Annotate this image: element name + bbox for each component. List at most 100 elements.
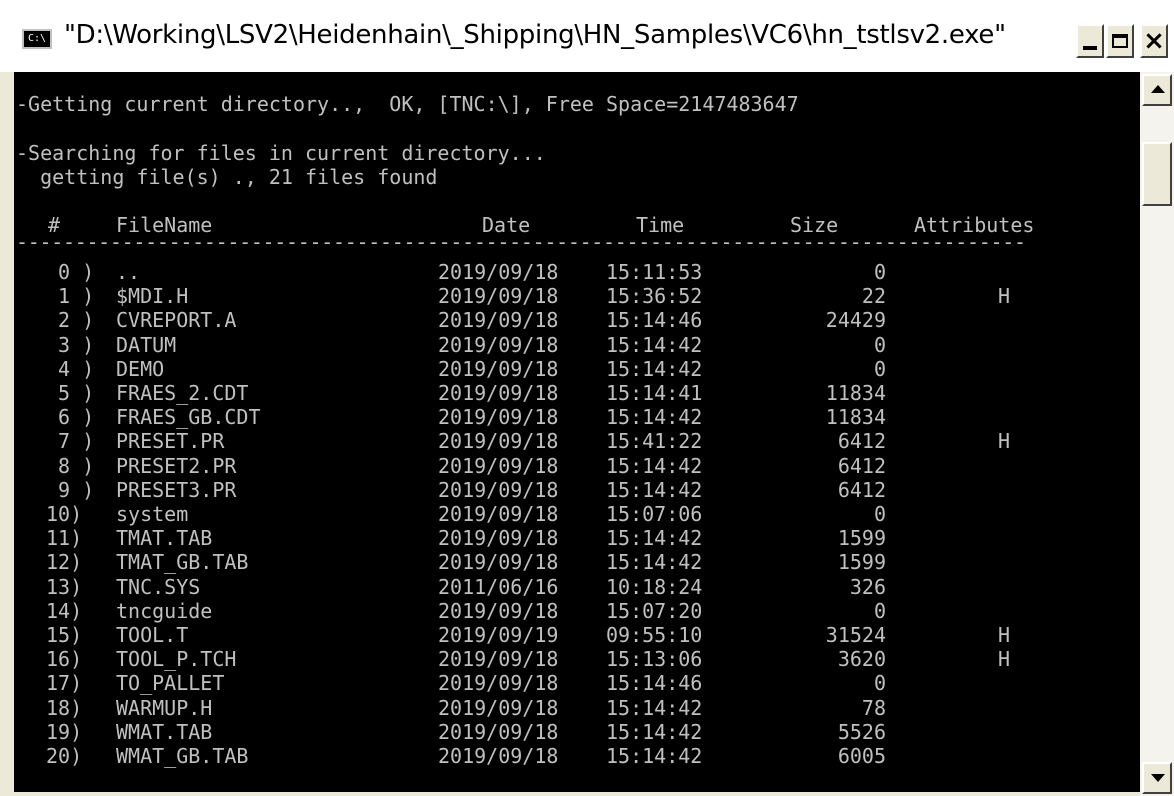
file-name: TOOL.T [116, 623, 189, 647]
file-row: 6 ) FRAES_GB.CDT 2019/09/18 15:14:42 11834 [14, 405, 1140, 429]
file-size: 0 [873, 260, 886, 284]
file-row: 12) TMAT_GB.TAB 2019/09/18 15:14:42 1599 [14, 550, 1140, 574]
file-name: WMAT_GB.TAB [116, 744, 249, 768]
console-window: C:\ "D:\Working\LSV2\Heidenhain\_Shippin… [0, 0, 1174, 796]
file-size: 0 [873, 598, 886, 623]
file-time: 15:14:42 [606, 719, 703, 744]
file-name: system [116, 502, 189, 526]
file-row: 13) TNC.SYS 2011/06/16 10:18:24 326 [14, 575, 1140, 599]
arrow-down-icon [1151, 774, 1165, 782]
file-row: 14) tncguide 2019/09/18 15:07:20 0 [14, 599, 1140, 623]
minimize-icon [1083, 46, 1097, 50]
maximize-button[interactable] [1106, 24, 1134, 58]
file-num: 7 ) [46, 429, 95, 454]
file-num: 12) [46, 550, 83, 575]
file-size: 24429 [825, 308, 886, 333]
file-date: 2019/09/19 [438, 623, 559, 647]
file-attributes: H [997, 429, 1011, 454]
table-separator: ----------------------------------------… [16, 230, 1026, 254]
file-time: 15:36:52 [606, 284, 703, 309]
file-row: 8 ) PRESET2.PR 2019/09/18 15:14:42 6412 [14, 454, 1140, 478]
file-time: 15:11:53 [606, 260, 703, 284]
file-row: 3 ) DATUM 2019/09/18 15:14:42 0 [14, 333, 1140, 357]
file-name: .. [116, 260, 141, 284]
file-name: WMAT.TAB [116, 719, 213, 744]
file-time: 15:14:42 [606, 453, 703, 478]
file-time: 15:14:42 [606, 695, 703, 720]
file-date: 2019/09/18 [438, 744, 559, 768]
file-date: 2019/09/18 [438, 405, 559, 430]
file-row: 17) TO_PALLET 2019/09/18 15:14:46 0 [14, 671, 1140, 695]
file-size: 6412 [837, 429, 886, 454]
file-name: TO_PALLET [116, 671, 225, 696]
file-time: 15:07:06 [606, 502, 703, 526]
file-time: 15:14:42 [606, 550, 703, 575]
file-time: 15:14:42 [606, 477, 703, 502]
file-date: 2019/09/18 [438, 381, 559, 405]
file-row: 15) TOOL.T 2019/09/19 09:55:10 31524 H [14, 623, 1140, 647]
file-attributes: H [997, 647, 1011, 672]
file-date: 2019/09/18 [438, 598, 559, 623]
file-date: 2019/09/18 [438, 526, 559, 551]
file-num: 18) [46, 695, 83, 720]
file-num: 3 ) [46, 332, 95, 357]
file-size: 326 [849, 574, 886, 599]
file-row: 0 ).. 2019/09/18 15:11:53 0 [14, 260, 1140, 284]
file-name: FRAES_GB.CDT [116, 405, 261, 430]
file-row: 11) TMAT.TAB 2019/09/18 15:14:42 1599 [14, 526, 1140, 550]
maximize-icon [1112, 34, 1128, 48]
file-time: 15:14:42 [606, 332, 703, 357]
minimize-button[interactable] [1076, 24, 1104, 58]
file-name: WARMUP.H [116, 695, 213, 720]
file-name: CVREPORT.A [116, 308, 237, 333]
file-row: 2 ) CVREPORT.A 2019/09/18 15:14:46 24429 [14, 308, 1140, 332]
file-name: TMAT.TAB [116, 526, 213, 551]
window-title: "D:\Working\LSV2\Heidenhain\_Shipping\HN… [64, 20, 1006, 50]
console-output[interactable]: -Getting current directory.., OK, [TNC:\… [14, 72, 1140, 792]
arrow-up-icon [1151, 85, 1165, 93]
scroll-down-button[interactable] [1142, 762, 1172, 794]
file-time: 15:13:06 [606, 647, 703, 672]
file-time: 15:14:42 [606, 405, 703, 430]
file-size: 0 [873, 356, 886, 381]
file-num: 1 ) [46, 284, 95, 309]
file-date: 2019/09/18 [438, 453, 559, 478]
scroll-up-button[interactable] [1142, 74, 1172, 106]
file-time: 15:14:46 [606, 308, 703, 333]
file-time: 15:14:42 [606, 526, 703, 551]
file-date: 2019/09/18 [438, 356, 559, 381]
file-attributes: H [997, 623, 1011, 647]
file-name: DEMO [116, 356, 165, 381]
status-line-search: -Searching for files in current director… [16, 141, 546, 165]
file-num: 13) [46, 574, 83, 599]
file-size: 11834 [825, 381, 886, 405]
file-name: PRESET.PR [116, 429, 225, 454]
scroll-thumb[interactable] [1142, 142, 1172, 206]
file-name: FRAES_2.CDT [116, 381, 249, 405]
file-num: 0 ) [46, 260, 95, 284]
status-line-found: getting file(s) ., 21 files found [16, 165, 438, 189]
title-bar[interactable]: C:\ "D:\Working\LSV2\Heidenhain\_Shippin… [0, 0, 1174, 72]
file-date: 2019/09/18 [438, 647, 559, 672]
file-num: 15) [46, 623, 83, 647]
file-row: 19) WMAT.TAB 2019/09/18 15:14:42 5526 [14, 720, 1140, 744]
file-row: 1 ) $MDI.H 2019/09/18 15:36:52 22 H [14, 284, 1140, 308]
vertical-scrollbar[interactable] [1140, 72, 1174, 796]
file-num: 17) [46, 671, 83, 696]
file-row: 5 ) FRAES_2.CDT 2019/09/18 15:14:41 11834 [14, 381, 1140, 405]
file-name: $MDI.H [116, 284, 189, 309]
file-time: 15:14:42 [606, 356, 703, 381]
file-row: 10) system 2019/09/18 15:07:06 0 [14, 502, 1140, 526]
console-app-icon[interactable]: C:\ [22, 29, 52, 49]
file-row: 16) TOOL_P.TCH 2019/09/18 15:13:06 3620 H [14, 647, 1140, 671]
file-size: 6412 [837, 477, 886, 502]
file-num: 19) [46, 719, 83, 744]
file-num: 16) [46, 647, 83, 672]
close-button[interactable]: × [1140, 24, 1168, 58]
close-icon: × [1143, 26, 1165, 56]
file-size: 6005 [837, 744, 886, 768]
file-row: 9 ) PRESET3.PR 2019/09/18 15:14:42 6412 [14, 478, 1140, 502]
file-num: 11) [46, 526, 83, 551]
file-date: 2019/09/18 [438, 550, 559, 575]
file-row: 18) WARMUP.H 2019/09/18 15:14:42 78 [14, 696, 1140, 720]
